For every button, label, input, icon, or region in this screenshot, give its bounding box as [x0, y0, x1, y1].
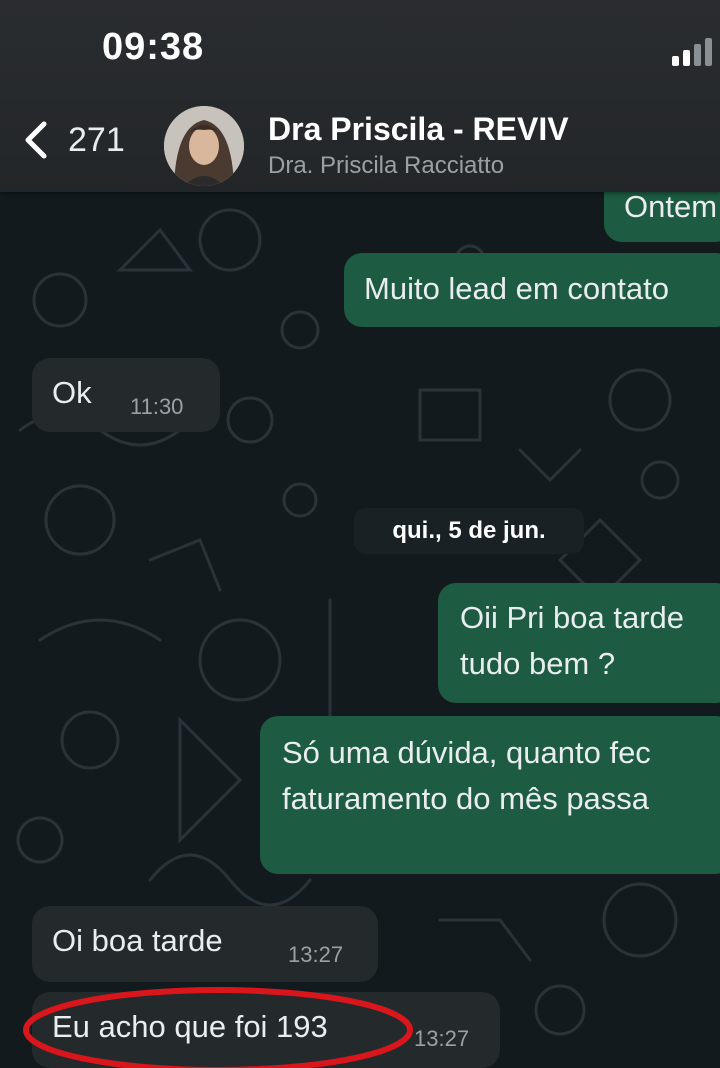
message-text: Muito lead em contato: [364, 271, 670, 306]
message-text-line: tudo bem ?: [460, 646, 616, 681]
unread-count: 271: [68, 120, 125, 159]
message-bubble-outgoing[interactable]: Muito lead em contato: [344, 253, 720, 327]
message-text-line: Oii Pri boa tarde: [460, 600, 684, 635]
contact-subtitle: Dra. Priscila Racciatto: [268, 152, 505, 179]
message-text-line: Só uma dúvida, quanto fec: [282, 735, 651, 770]
avatar[interactable]: [164, 106, 244, 186]
back-button[interactable]: 271: [18, 118, 125, 162]
message-text: Oi boa tarde: [52, 923, 223, 958]
avatar-photo: [164, 106, 244, 186]
message-time: 11:30: [130, 394, 184, 419]
message-bubble-incoming[interactable]: Ok 11:30: [32, 358, 220, 432]
message-time: 13:27: [414, 1026, 470, 1051]
message-bubble-outgoing[interactable]: Só uma dúvida, quanto fec faturamento do…: [260, 716, 720, 874]
message-text: Ontem: [624, 189, 718, 224]
message-bubble-incoming[interactable]: Oi boa tarde 13:27: [32, 906, 378, 982]
message-bubble-outgoing[interactable]: Oii Pri boa tarde tudo bem ?: [438, 583, 720, 703]
chevron-left-icon: [25, 121, 47, 159]
contact-name[interactable]: Dra Priscila - REVIV: [268, 111, 569, 148]
message-text: Ok: [52, 375, 92, 410]
signal-icon: [672, 38, 712, 66]
message-text-line: faturamento do mês passa: [282, 781, 650, 816]
date-separator: qui., 5 de jun.: [354, 508, 584, 554]
highlight-annotation: [23, 987, 413, 1068]
message-time: 13:27: [288, 942, 344, 967]
status-bar-time: 09:38: [102, 26, 205, 68]
chat-header: 09:38 271 Dra Priscila - REVIV Dra. Pris…: [0, 0, 720, 192]
